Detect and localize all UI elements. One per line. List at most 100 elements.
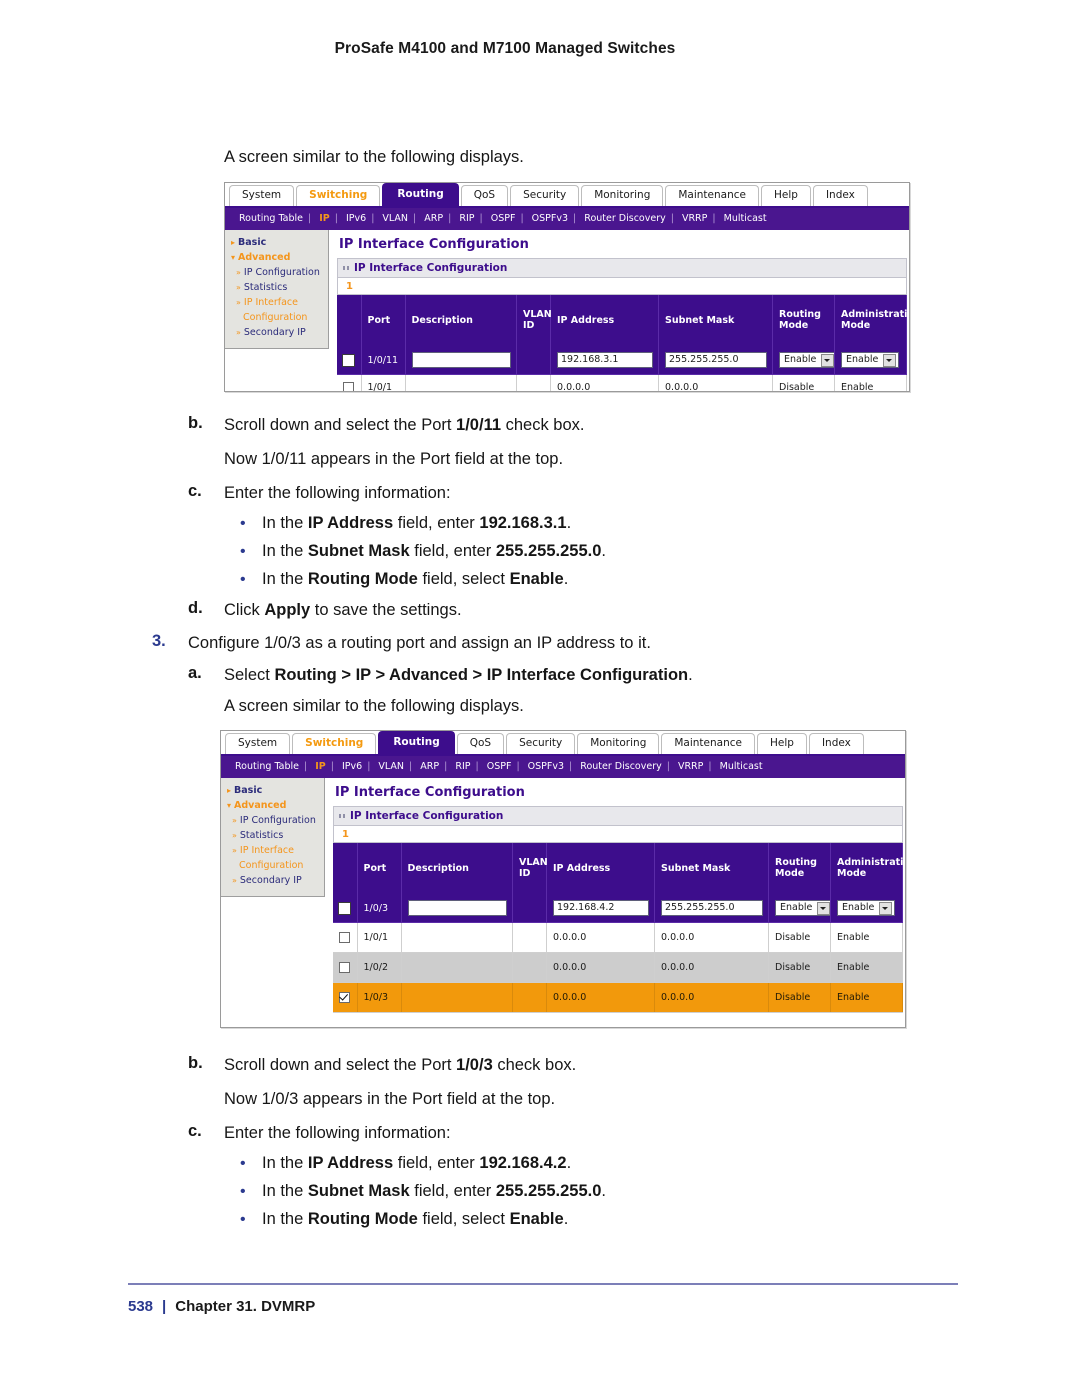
sidebar-item-ip-interface-configuration[interactable]: » IP Interface <box>225 295 328 310</box>
sidebar-item-secondary-ip[interactable]: » Secondary IP <box>225 325 328 340</box>
ip-address-input[interactable]: 192.168.3.1 <box>557 352 653 368</box>
tab-index[interactable]: Index <box>812 185 868 206</box>
sidebar-item-ip-interface-configuration[interactable]: » IP Interface <box>221 843 324 858</box>
table-row-selected[interactable]: 1/0/3 0.0.0.0 0.0.0.0 Disable Enable <box>333 982 903 1013</box>
edit-row-mask-cell: 255.255.255.0 <box>658 346 773 375</box>
subnav-rip[interactable]: RIP <box>451 761 474 772</box>
subnet-mask-input[interactable]: 255.255.255.0 <box>661 900 763 916</box>
subnav-ospf[interactable]: OSPF <box>487 213 520 224</box>
tab-switching[interactable]: Switching <box>292 733 377 754</box>
subnav-routing-table[interactable]: Routing Table <box>235 213 307 224</box>
tab-system[interactable]: System <box>229 185 295 206</box>
subnav-vrrp[interactable]: VRRP <box>678 213 711 224</box>
sidebar-item-ip-configuration[interactable]: » IP Configuration <box>221 813 324 828</box>
tab-qos[interactable]: QoS <box>456 733 505 754</box>
tab-switching[interactable]: Switching <box>296 185 381 206</box>
row-checkbox[interactable] <box>339 932 351 943</box>
tab-security[interactable]: Security <box>510 185 580 206</box>
subnav-vrrp[interactable]: VRRP <box>674 761 707 772</box>
sidebar-item-label: Advanced <box>238 252 291 263</box>
sidebar-item-secondary-ip[interactable]: » Secondary IP <box>221 873 324 888</box>
chevron-down-icon <box>879 902 893 915</box>
subnav-ospf[interactable]: OSPF <box>483 761 516 772</box>
step-3a-letter: a. <box>188 664 202 682</box>
table-row[interactable]: 1/0/1 0.0.0.0 0.0.0.0 Disable Enable <box>333 922 903 953</box>
subnav-ipv6[interactable]: IPv6 <box>342 213 370 224</box>
pager-1[interactable]: 1 <box>337 278 907 295</box>
main-content-2: IP Interface Configuration IP Interface … <box>325 778 905 1013</box>
row-subnet-mask: 0.0.0.0 <box>654 952 769 983</box>
ip-address-input[interactable]: 192.168.4.2 <box>553 900 649 916</box>
sidebar-item-label: Advanced <box>234 800 287 811</box>
sidebar-item-statistics[interactable]: » Statistics <box>225 280 328 295</box>
row-checkbox[interactable] <box>343 382 355 391</box>
sidebar-item-label: Statistics <box>243 282 288 293</box>
tab-maintenance[interactable]: Maintenance <box>665 185 759 206</box>
subnav-ospfv3[interactable]: OSPFv3 <box>528 213 572 224</box>
subnav-ipv6[interactable]: IPv6 <box>338 761 366 772</box>
tab-monitoring[interactable]: Monitoring <box>581 185 664 206</box>
row-checkbox[interactable] <box>342 353 356 367</box>
sidebar-item-basic[interactable]: ▸ Basic <box>221 783 324 798</box>
row-checkbox[interactable] <box>339 992 351 1003</box>
sidebar-item-advanced[interactable]: ▾ Advanced <box>225 250 328 265</box>
sidebar-item-ip-configuration[interactable]: » IP Configuration <box>225 265 328 280</box>
sidebar-item-ip-interface-configuration-line2[interactable]: Configuration <box>225 310 328 325</box>
subnav-ospfv3[interactable]: OSPFv3 <box>524 761 568 772</box>
routing-mode-select[interactable]: Enable <box>775 900 830 916</box>
admin-mode-select[interactable]: Enable <box>837 900 896 916</box>
subnet-mask-input[interactable]: 255.255.255.0 <box>665 352 767 368</box>
subnav-arp[interactable]: ARP <box>420 213 447 224</box>
sidebar-item-label: IP Interface <box>243 297 298 308</box>
subnav-router-discovery[interactable]: Router Discovery <box>580 213 669 224</box>
tab-routing[interactable]: Routing <box>382 183 459 206</box>
sidebar-item-advanced[interactable]: ▾ Advanced <box>221 798 324 813</box>
footer-separator: | <box>162 1298 167 1315</box>
step-3b-text: Scroll down and select the Port 1/0/3 ch… <box>224 1056 577 1074</box>
routing-mode-select[interactable]: Enable <box>779 352 834 368</box>
subnav-vlan[interactable]: VLAN <box>374 761 408 772</box>
tab-routing[interactable]: Routing <box>378 731 455 754</box>
bullet-icon: • <box>240 515 246 532</box>
chevron-right-icon: ▸ <box>231 238 236 247</box>
subnav-router-discovery[interactable]: Router Discovery <box>576 761 665 772</box>
edit-row-mask-cell: 255.255.255.0 <box>654 894 769 923</box>
description-input[interactable] <box>407 900 507 916</box>
tab-security[interactable]: Security <box>506 733 576 754</box>
subnav-arp[interactable]: ARP <box>416 761 443 772</box>
subnav-ip[interactable]: IP <box>315 213 334 224</box>
tab-system[interactable]: System <box>225 733 291 754</box>
sidebar-item-ip-interface-configuration-line2[interactable]: Configuration <box>221 858 324 873</box>
tab-help[interactable]: Help <box>760 185 811 206</box>
row-ip-address: 0.0.0.0 <box>546 982 655 1013</box>
tab-help[interactable]: Help <box>756 733 807 754</box>
pager-2[interactable]: 1 <box>333 826 903 843</box>
subnav-rip[interactable]: RIP <box>455 213 478 224</box>
tab-maintenance[interactable]: Maintenance <box>661 733 755 754</box>
edit-row-2: 1/0/3 192.168.4.2 255.255.255.0 Enable E… <box>333 894 903 923</box>
description-input[interactable] <box>411 352 511 368</box>
screenshot-1-body: ▸ Basic ▾ Advanced » IP Configuration » Stat… <box>225 230 909 391</box>
tab-qos[interactable]: QoS <box>460 185 509 206</box>
tab-index[interactable]: Index <box>808 733 864 754</box>
table-row[interactable]: 1/0/1 0.0.0.0 0.0.0.0 Disable Enable <box>337 374 907 391</box>
subnav-multicast[interactable]: Multicast <box>716 761 767 772</box>
admin-mode-select[interactable]: Enable <box>841 352 900 368</box>
col-header-checkbox <box>333 843 358 894</box>
subnav-ip[interactable]: IP <box>311 761 330 772</box>
bullet-arrow-icon: » <box>232 816 237 825</box>
sidebar-item-statistics[interactable]: » Statistics <box>221 828 324 843</box>
subnav-routing-table[interactable]: Routing Table <box>231 761 303 772</box>
tab-monitoring[interactable]: Monitoring <box>577 733 660 754</box>
step-3c-bullet-3: In the Routing Mode field, select Enable… <box>262 1210 569 1228</box>
subnav-multicast[interactable]: Multicast <box>720 213 771 224</box>
switch-ui-screenshot-1: System Switching Routing QoS Security Mo… <box>224 182 910 392</box>
primary-tab-bar: System Switching Routing QoS Security Mo… <box>225 183 909 208</box>
sidebar-item-basic[interactable]: ▸ Basic <box>225 235 328 250</box>
step-3a-text: Select Routing > IP > Advanced > IP Inte… <box>224 666 693 684</box>
table-row[interactable]: 1/0/2 0.0.0.0 0.0.0.0 Disable Enable <box>333 952 903 983</box>
row-checkbox[interactable] <box>339 962 351 973</box>
bullet-arrow-icon: » <box>232 831 237 840</box>
subnav-vlan[interactable]: VLAN <box>378 213 412 224</box>
row-checkbox[interactable] <box>338 901 352 915</box>
